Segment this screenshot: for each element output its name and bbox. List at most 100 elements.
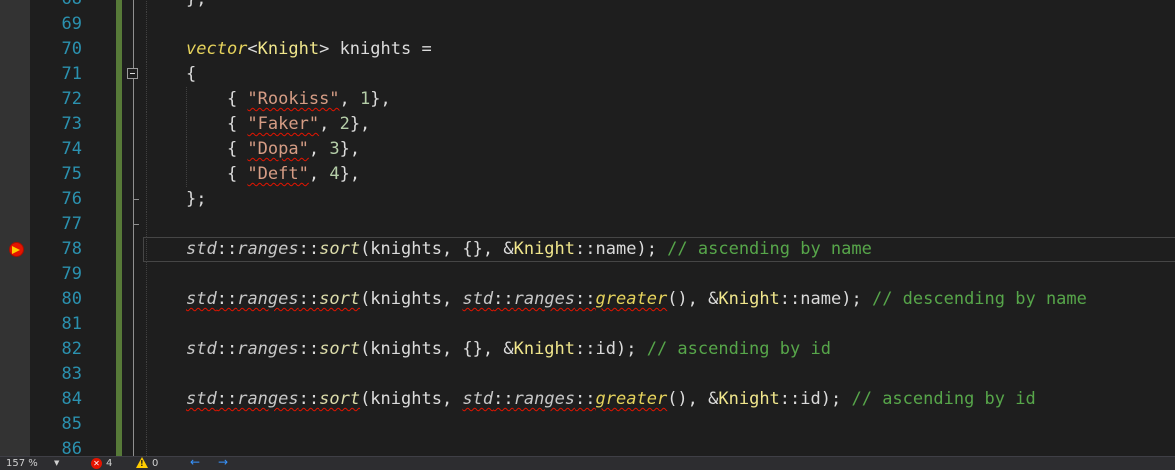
indent-guide	[146, 362, 147, 387]
code-line[interactable]: 78 std::ranges::sort(knights, {}, &Knight…	[0, 237, 1175, 262]
code-text[interactable]: std::ranges::sort(knights, std::ranges::…	[186, 387, 1036, 412]
code-text[interactable]: {	[186, 62, 196, 87]
code-line[interactable]: 69	[0, 12, 1175, 37]
code-text[interactable]: { "Dopa", 3},	[186, 137, 360, 162]
code-text[interactable]: };	[186, 0, 206, 12]
code-token: // ascending by id	[646, 339, 831, 359]
code-token: );	[841, 289, 872, 309]
indent-guide	[146, 237, 147, 262]
code-token: std	[462, 389, 494, 409]
code-line[interactable]: 82 std::ranges::sort(knights, {}, &Knight…	[0, 337, 1175, 362]
line-number: 83	[61, 364, 82, 384]
code-editor[interactable]: 68};6970 vector<Knight> knights = 71 {72 { …	[0, 0, 1175, 456]
line-number: 78	[61, 239, 82, 259]
nav-back-icon[interactable]: ←	[190, 456, 200, 469]
code-token: ::	[575, 339, 596, 359]
code-token: id	[800, 389, 821, 409]
code-line[interactable]: 73 { "Faker", 2},	[0, 112, 1175, 137]
code-token: (), &	[667, 389, 719, 409]
code-line[interactable]: 74 { "Dopa", 3},	[0, 137, 1175, 162]
code-line[interactable]: 70 vector<Knight> knights =	[0, 37, 1175, 62]
fold-end-tick	[133, 199, 139, 200]
collapse-region-icon[interactable]	[127, 68, 138, 79]
code-line[interactable]: 72 { "Rookiss", 1},	[0, 87, 1175, 112]
code-token: sort	[319, 239, 361, 259]
code-text[interactable]: { "Rookiss", 1},	[186, 87, 391, 112]
code-token: std	[186, 239, 217, 259]
line-number: 71	[61, 64, 82, 84]
indent-guide	[146, 0, 147, 12]
code-token: ::	[216, 339, 238, 359]
code-token: greater	[595, 289, 668, 309]
error-icon[interactable]: ✕	[91, 458, 102, 469]
code-token: ::	[575, 389, 596, 409]
line-number: 82	[61, 339, 82, 359]
zoom-dropdown-icon[interactable]: ▼	[54, 457, 59, 470]
code-token: {	[186, 89, 248, 109]
code-token: ::	[493, 389, 514, 409]
code-line[interactable]: 85	[0, 412, 1175, 437]
line-number: 72	[61, 89, 82, 109]
code-line[interactable]: 71 {	[0, 62, 1175, 87]
code-line[interactable]: 75 { "Deft", 4},	[0, 162, 1175, 187]
code-token: name	[800, 289, 842, 309]
line-number: 81	[61, 314, 82, 334]
error-count[interactable]: 4	[106, 457, 112, 470]
code-text[interactable]: { "Faker", 2},	[186, 112, 370, 137]
code-token: ,	[308, 164, 330, 184]
code-token: Knight	[513, 339, 576, 359]
code-line[interactable]: 76};	[0, 187, 1175, 212]
code-token: sort	[319, 339, 361, 359]
warning-icon[interactable]: !	[136, 457, 148, 468]
code-token: );	[636, 239, 668, 259]
code-token: {	[186, 114, 248, 134]
code-token: std	[186, 389, 217, 409]
code-line[interactable]: 83	[0, 362, 1175, 387]
code-text[interactable]: { "Deft", 4},	[186, 162, 360, 187]
indent-guide	[146, 62, 147, 87]
indent-guide	[146, 312, 147, 337]
code-token: ::	[216, 239, 238, 259]
code-line[interactable]: 68};	[0, 0, 1175, 12]
code-token: ::	[779, 389, 801, 409]
code-token: {	[186, 139, 248, 159]
nav-forward-icon[interactable]: →	[218, 456, 228, 469]
code-token: id	[595, 339, 616, 359]
code-token: );	[615, 339, 647, 359]
indent-guide	[146, 337, 147, 362]
code-text[interactable]: vector<Knight> knights =	[186, 37, 432, 62]
code-token: "Faker"	[247, 114, 320, 134]
code-token: ::	[298, 389, 320, 409]
code-text[interactable]: };	[186, 187, 206, 212]
code-token: sort	[319, 389, 361, 409]
code-line[interactable]: 77	[0, 212, 1175, 237]
code-line[interactable]: 81	[0, 312, 1175, 337]
code-token: ,	[319, 114, 340, 134]
code-line[interactable]: 79	[0, 262, 1175, 287]
code-text[interactable]: std::ranges::sort(knights, std::ranges::…	[186, 287, 1087, 312]
warning-count[interactable]: 0	[152, 457, 158, 470]
code-line[interactable]: 84 std::ranges::sort(knights, std::ranges…	[0, 387, 1175, 412]
code-token: (knights,	[360, 289, 463, 309]
code-text[interactable]: std::ranges::sort(knights, {}, &Knight::…	[186, 237, 872, 262]
zoom-level[interactable]: 157 %	[6, 457, 38, 470]
code-token: // ascending by name	[667, 239, 872, 259]
line-number: 86	[61, 439, 82, 456]
code-token: std	[186, 339, 217, 359]
line-number: 70	[61, 39, 82, 59]
code-token: ranges	[237, 289, 299, 309]
code-text[interactable]: std::ranges::sort(knights, {}, &Knight::…	[186, 337, 831, 362]
code-token: ::	[298, 339, 320, 359]
indent-guide	[146, 287, 147, 312]
code-token: ::	[298, 289, 320, 309]
code-token: <	[247, 39, 258, 59]
indent-guide	[146, 12, 147, 37]
code-line[interactable]: 86	[0, 437, 1175, 456]
breakpoint-icon[interactable]	[9, 242, 24, 257]
code-token: sort	[319, 289, 361, 309]
code-token: },	[339, 139, 361, 159]
status-bar: 157 % ▼ ✕ 4 ! 0 ← →	[0, 456, 1175, 470]
line-number: 74	[61, 139, 82, 159]
code-line[interactable]: 80 std::ranges::sort(knights, std::ranges…	[0, 287, 1175, 312]
code-token: ranges	[237, 239, 299, 259]
